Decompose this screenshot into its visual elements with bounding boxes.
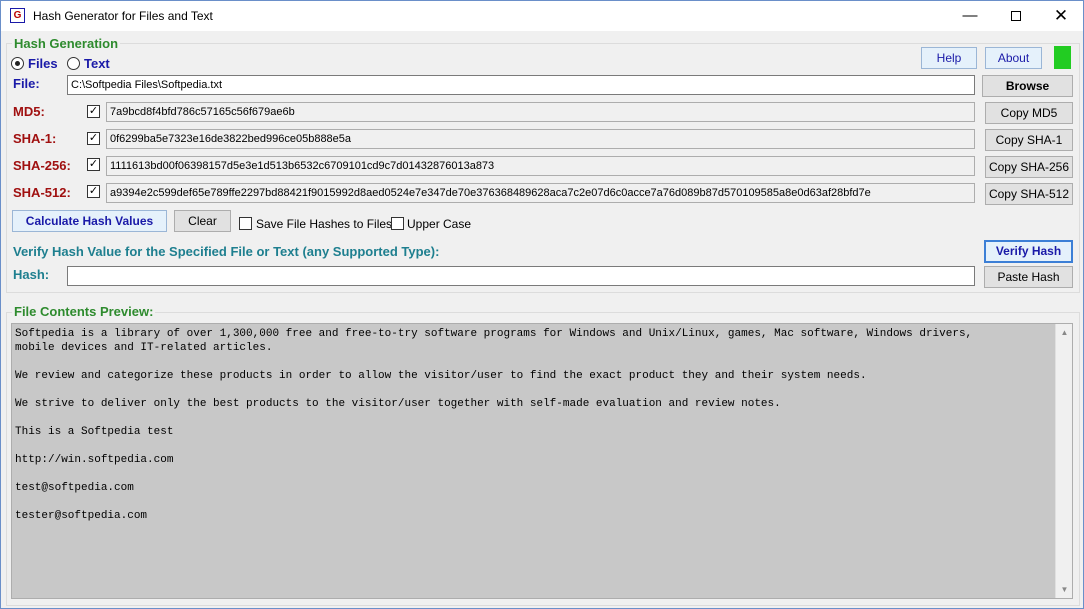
file-contents-textarea[interactable]: Softpedia is a library of over 1,300,000… [11, 323, 1073, 599]
maximize-button[interactable] [993, 1, 1039, 31]
sha256-value[interactable]: 1111613bd00f06398157d5e3e1d513b6532c6709… [106, 156, 975, 176]
preview-line: tester@softpedia.com [15, 510, 148, 522]
window-title: Hash Generator for Files and Text [33, 9, 213, 23]
text-radio[interactable]: Text [67, 56, 110, 71]
copy-sha256-button[interactable]: Copy SHA-256 [985, 156, 1073, 178]
vertical-scrollbar[interactable]: ▲ ▼ [1055, 324, 1072, 598]
preview-text: Softpedia is a library of over 1,300,000… [15, 327, 1055, 523]
scroll-up-icon[interactable]: ▲ [1056, 324, 1073, 341]
preview-line: This is a Softpedia test [15, 426, 174, 438]
preview-line [15, 495, 1055, 509]
preview-line: mobile devices and IT-related articles. [15, 342, 273, 354]
about-button[interactable]: About [985, 47, 1042, 69]
copy-md5-button[interactable]: Copy MD5 [985, 102, 1073, 124]
preview-line: test@softpedia.com [15, 482, 134, 494]
close-button[interactable]: ✕ [1038, 1, 1084, 31]
hash-input[interactable] [67, 266, 975, 286]
help-button[interactable]: Help [921, 47, 977, 69]
sha1-checkbox[interactable]: ✓ [87, 132, 100, 145]
text-radio-label: Text [84, 56, 110, 71]
minimize-button[interactable]: — [947, 1, 993, 31]
sha512-value[interactable]: a9394e2c599def65e789ffe2297bd88421f90159… [106, 183, 975, 203]
radio-unselected-icon [67, 57, 80, 70]
status-indicator [1054, 46, 1071, 69]
upper-case-checkbox[interactable] [391, 217, 404, 230]
save-hashes-label: Save File Hashes to Files [256, 217, 393, 231]
md5-value[interactable]: 7a9bcd8f4bfd786c57165c56f679ae6b [106, 102, 975, 122]
preview-line: http://win.softpedia.com [15, 454, 174, 466]
maximize-icon [1011, 11, 1021, 22]
preview-line [15, 467, 1055, 481]
save-hashes-checkbox[interactable] [239, 217, 252, 230]
preview-line [15, 383, 1055, 397]
app-window: G Hash Generator for Files and Text — ✕ … [0, 0, 1084, 609]
md5-label: MD5: [13, 104, 45, 119]
scroll-down-icon[interactable]: ▼ [1056, 581, 1073, 598]
sha1-label: SHA-1: [13, 131, 57, 146]
preview-line [15, 411, 1055, 425]
copy-sha512-button[interactable]: Copy SHA-512 [985, 183, 1073, 205]
files-radio-label: Files [28, 56, 58, 71]
sha256-label: SHA-256: [13, 158, 71, 173]
title-bar[interactable]: G Hash Generator for Files and Text — ✕ [1, 1, 1083, 31]
preview-line: Softpedia is a library of over 1,300,000… [15, 328, 973, 340]
file-label: File: [13, 76, 40, 91]
file-path-input[interactable]: C:\Softpedia Files\Softpedia.txt [67, 75, 975, 95]
preview-line: We strive to deliver only the best produ… [15, 398, 781, 410]
md5-checkbox[interactable]: ✓ [87, 105, 100, 118]
preview-line: We review and categorize these products … [15, 370, 867, 382]
preview-line [15, 439, 1055, 453]
browse-button[interactable]: Browse [982, 75, 1073, 97]
sha256-checkbox[interactable]: ✓ [87, 158, 100, 171]
verify-heading: Verify Hash Value for the Specified File… [13, 244, 440, 259]
sha512-checkbox[interactable]: ✓ [87, 185, 100, 198]
radio-selected-icon [11, 57, 24, 70]
paste-hash-button[interactable]: Paste Hash [984, 266, 1073, 288]
app-icon: G [10, 8, 25, 23]
sha512-label: SHA-512: [13, 185, 71, 200]
hash-label: Hash: [13, 267, 50, 282]
copy-sha1-button[interactable]: Copy SHA-1 [985, 129, 1073, 151]
upper-case-label: Upper Case [407, 217, 472, 231]
file-preview-title: File Contents Preview: [12, 304, 156, 319]
preview-line [15, 355, 1055, 369]
verify-hash-button[interactable]: Verify Hash [984, 240, 1073, 263]
calculate-hash-button[interactable]: Calculate Hash Values [12, 210, 167, 232]
sha1-value[interactable]: 0f6299ba5e7323e16de3822bed996ce05b888e5a [106, 129, 975, 149]
hash-generation-title: Hash Generation [12, 36, 121, 51]
files-radio[interactable]: Files [11, 56, 58, 71]
clear-button[interactable]: Clear [174, 210, 231, 232]
